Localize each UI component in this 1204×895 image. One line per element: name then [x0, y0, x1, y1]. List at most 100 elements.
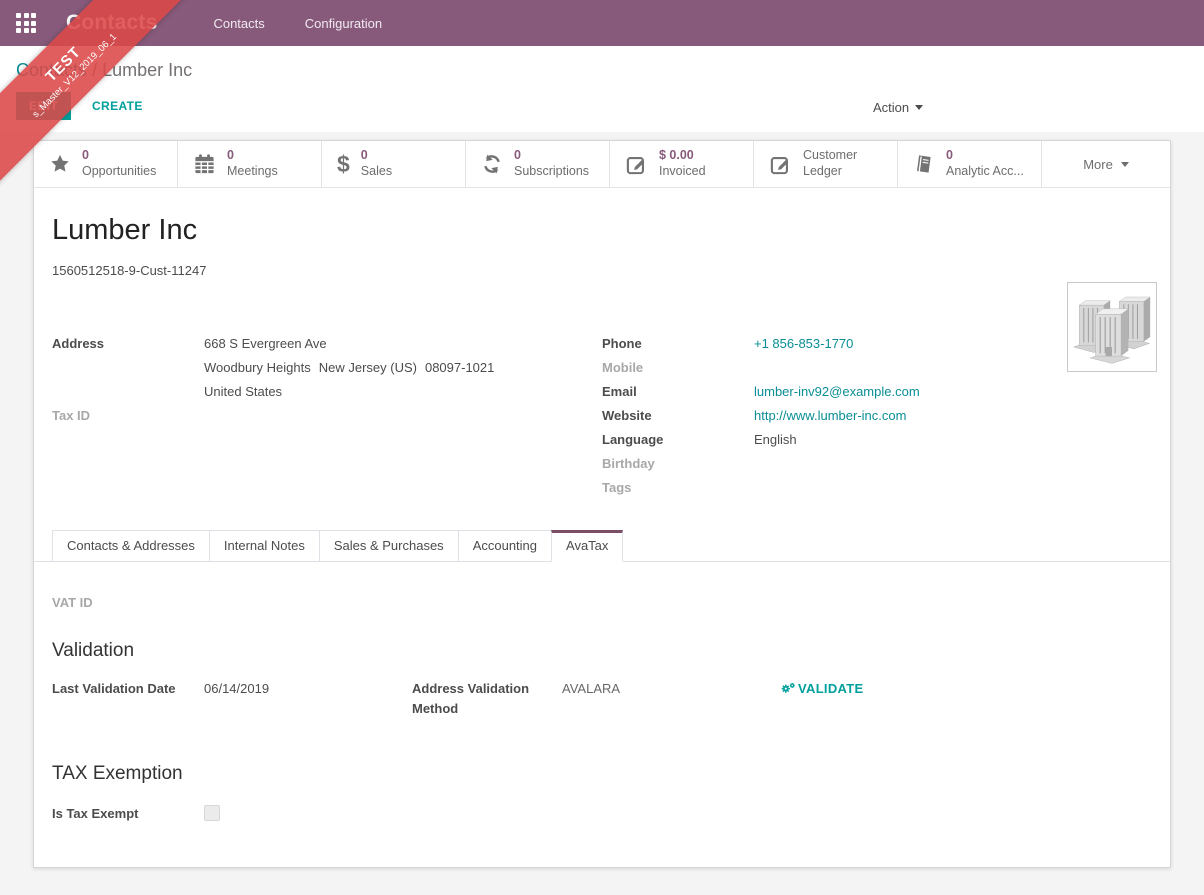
tab-accounting[interactable]: Accounting [458, 530, 552, 562]
calendar-icon [193, 153, 216, 176]
field-tags: Tags [602, 476, 1152, 500]
control-panel-buttons: EDIT CREATE [16, 92, 1188, 119]
stat-button-subscriptions[interactable]: 0 Subscriptions [466, 141, 610, 187]
chevron-down-icon [1121, 162, 1129, 167]
company-avatar [1067, 282, 1157, 372]
avatax-tab-pane: VAT ID Validation Last Validation Date 0… [34, 562, 1170, 821]
create-button[interactable]: CREATE [79, 92, 156, 120]
field-label-phone: Phone [602, 332, 754, 356]
vat-id-label: VAT ID [52, 595, 1152, 610]
star-icon [49, 153, 71, 175]
control-panel: Contacts / Lumber Inc EDIT CREATE Action [0, 46, 1204, 132]
email-link[interactable]: lumber-inv92@example.com [754, 384, 920, 399]
stat-label: Meetings [227, 164, 278, 180]
refresh-icon [481, 153, 503, 175]
chevron-down-icon [915, 105, 923, 110]
pencil-square-icon [625, 153, 648, 176]
edit-button[interactable]: EDIT [16, 92, 71, 120]
field-label-address: Address [52, 332, 204, 404]
field-label-mobile: Mobile [602, 356, 754, 380]
stat-label: Analytic Acc... [946, 164, 1024, 180]
field-label-birthday: Birthday [602, 452, 754, 476]
address-validation-method-value: AVALARA [562, 679, 620, 719]
navbar-menu-configuration[interactable]: Configuration [305, 16, 382, 31]
stat-value: Customer [803, 148, 857, 164]
validation-heading: Validation [52, 640, 1152, 662]
pencil-square-icon [769, 153, 792, 176]
tab-avatax[interactable]: AvaTax [551, 530, 623, 562]
record-name: Lumber Inc [52, 214, 1152, 247]
stat-button-invoiced[interactable]: $ 0.00 Invoiced [610, 141, 754, 187]
breadcrumb: Contacts / Lumber Inc [16, 58, 1188, 83]
notebook-tabs: Contacts & Addresses Internal Notes Sale… [34, 530, 1170, 562]
stat-label: Subscriptions [514, 164, 589, 180]
website-link[interactable]: http://www.lumber-inc.com [754, 408, 906, 423]
navbar-menu-contacts[interactable]: Contacts [213, 16, 264, 31]
field-label-language: Language [602, 428, 754, 452]
record-fields: Address 668 S Evergreen Ave Woodbury Hei… [52, 332, 1152, 500]
tax-exemption-heading: TAX Exemption [52, 763, 1152, 785]
field-label-email: Email [602, 380, 754, 404]
breadcrumb-separator: / [92, 60, 97, 80]
stat-button-sales[interactable]: $ 0 Sales [322, 141, 466, 187]
stat-label: Opportunities [82, 164, 156, 180]
field-label-website: Website [602, 404, 754, 428]
address-zip: 08097-1021 [425, 360, 494, 375]
dollar-icon: $ [337, 153, 350, 176]
stat-value: 0 [227, 148, 278, 164]
is-tax-exempt-label: Is Tax Exempt [52, 806, 204, 821]
field-language: Language English [602, 428, 1152, 452]
field-address: Address 668 S Evergreen Ave Woodbury Hei… [52, 332, 602, 404]
stat-button-analytic-accounts[interactable]: 0 Analytic Acc... [898, 141, 1042, 187]
address-state: New Jersey (US) [319, 360, 417, 375]
field-tax-id: Tax ID [52, 404, 602, 428]
stat-value: 0 [946, 148, 1024, 164]
address-validation-method-label: Address Validation Method [412, 679, 562, 719]
stat-button-meetings[interactable]: 0 Meetings [178, 141, 322, 187]
stat-label: Ledger [803, 164, 857, 180]
stat-button-row: 0 Opportunities [34, 141, 1170, 188]
field-email: Email lumber-inv92@example.com [602, 380, 1152, 404]
top-navbar: Contacts Contacts Configuration [0, 0, 1204, 46]
breadcrumb-contacts-link[interactable]: Contacts [16, 60, 87, 80]
action-dropdown[interactable]: Action [873, 100, 923, 115]
field-website: Website http://www.lumber-inc.com [602, 404, 1152, 428]
address-country: United States [204, 380, 494, 404]
stat-value: 0 [514, 148, 589, 164]
more-button-label: More [1083, 157, 1113, 172]
field-label-tax-id: Tax ID [52, 404, 204, 428]
apps-menu-icon[interactable] [16, 13, 36, 33]
fields-left-column: Address 668 S Evergreen Ave Woodbury Hei… [52, 332, 602, 500]
last-validation-date-value: 06/14/2019 [204, 679, 269, 699]
navbar-menu: Contacts Configuration [213, 16, 382, 31]
validate-button[interactable]: VALIDATE [780, 681, 863, 696]
last-validation-date-label: Last Validation Date [52, 679, 204, 699]
address-city: Woodbury Heights [204, 360, 311, 375]
field-last-validation-date: Last Validation Date 06/14/2019 [52, 679, 412, 699]
tab-internal-notes[interactable]: Internal Notes [209, 530, 320, 562]
stat-value: 0 [361, 148, 392, 164]
more-button[interactable]: More [1042, 141, 1170, 187]
address-street: 668 S Evergreen Ave [204, 332, 494, 356]
address-city-line: Woodbury Heights New Jersey (US) 08097-102… [204, 356, 494, 380]
form-sheet: 0 Opportunities [33, 140, 1171, 868]
field-birthday: Birthday [602, 452, 1152, 476]
validation-row: Last Validation Date 06/14/2019 Address … [52, 679, 1152, 719]
gears-icon [780, 681, 796, 696]
phone-link[interactable]: +1 856-853-1770 [754, 336, 853, 351]
field-is-tax-exempt: Is Tax Exempt [52, 805, 1152, 821]
is-tax-exempt-checkbox[interactable] [204, 805, 220, 821]
action-dropdown-label: Action [873, 100, 909, 115]
book-icon [913, 153, 935, 175]
stat-button-opportunities[interactable]: 0 Opportunities [34, 141, 178, 187]
field-label-tags: Tags [602, 476, 754, 500]
buildings-image [1072, 290, 1152, 364]
app-title: Contacts [66, 11, 157, 35]
tab-sales-purchases[interactable]: Sales & Purchases [319, 530, 459, 562]
tab-contacts-addresses[interactable]: Contacts & Addresses [52, 530, 210, 562]
validate-button-label: VALIDATE [798, 681, 863, 696]
stat-button-customer-ledger[interactable]: Customer Ledger [754, 141, 898, 187]
stat-value: $ 0.00 [659, 148, 706, 164]
stat-value: 0 [82, 148, 156, 164]
stat-label: Sales [361, 164, 392, 180]
